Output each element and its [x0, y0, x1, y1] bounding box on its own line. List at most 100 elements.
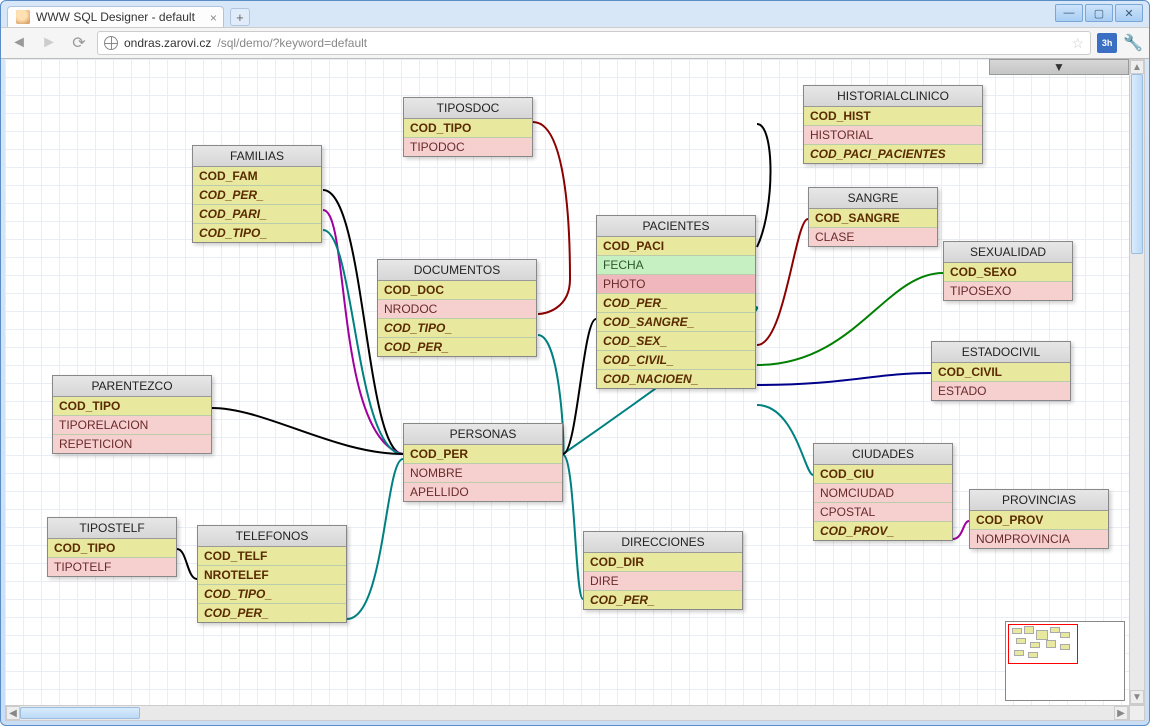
extension-badge[interactable]: 3h — [1097, 33, 1117, 53]
table-column[interactable]: COD_CIVIL_ — [597, 351, 755, 370]
table-column[interactable]: COD_SEX_ — [597, 332, 755, 351]
table-provincias[interactable]: PROVINCIASCOD_PROVNOMPROVINCIA — [969, 489, 1109, 549]
table-historial[interactable]: HISTORIALCLINICOCOD_HISTHISTORIALCOD_PAC… — [803, 85, 983, 164]
table-column[interactable]: NOMCIUDAD — [814, 484, 952, 503]
table-title[interactable]: TIPOSTELF — [48, 518, 176, 539]
table-column[interactable]: REPETICION — [53, 435, 211, 453]
maximize-button[interactable]: ▢ — [1085, 4, 1113, 22]
browser-tab[interactable]: WWW SQL Designer - default × — [7, 6, 224, 27]
table-column[interactable]: COD_PER_ — [597, 294, 755, 313]
wrench-menu-icon[interactable]: 🔧 — [1123, 33, 1143, 53]
table-column[interactable]: TIPODOC — [404, 138, 532, 156]
horizontal-scrollbar[interactable]: ◀ ▶ — [5, 705, 1129, 721]
table-column[interactable]: COD_DIR — [584, 553, 742, 572]
table-column[interactable]: ESTADO — [932, 382, 1070, 400]
table-column[interactable]: COD_PER — [404, 445, 562, 464]
table-title[interactable]: HISTORIALCLINICO — [804, 86, 982, 107]
table-column[interactable]: COD_SEXO — [944, 263, 1072, 282]
table-column[interactable]: COD_PER_ — [378, 338, 536, 356]
new-tab-button[interactable]: + — [230, 8, 250, 26]
close-button[interactable]: ✕ — [1115, 4, 1143, 22]
table-column[interactable]: COD_TIPO_ — [378, 319, 536, 338]
scroll-left-arrow[interactable]: ◀ — [6, 706, 20, 720]
designer-canvas[interactable]: ▼ TIPOSDOCCOD_TIPOTIPODOCFAMILIASCOD_FAM… — [5, 59, 1129, 705]
table-title[interactable]: SANGRE — [809, 188, 937, 209]
table-column[interactable]: COD_TIPO — [53, 397, 211, 416]
table-column[interactable]: CLASE — [809, 228, 937, 246]
table-column[interactable]: NROTELEF — [198, 566, 346, 585]
table-column[interactable]: PHOTO — [597, 275, 755, 294]
table-tipostelf[interactable]: TIPOSTELFCOD_TIPOTIPOTELF — [47, 517, 177, 577]
vertical-scrollbar[interactable]: ▲ ▼ — [1129, 59, 1145, 705]
table-column[interactable]: NOMBRE — [404, 464, 562, 483]
table-title[interactable]: CIUDADES — [814, 444, 952, 465]
forward-button[interactable]: ► — [37, 31, 61, 55]
table-sexualidad[interactable]: SEXUALIDADCOD_SEXOTIPOSEXO — [943, 241, 1073, 301]
table-pacientes[interactable]: PACIENTESCOD_PACIFECHAPHOTOCOD_PER_COD_S… — [596, 215, 756, 389]
table-title[interactable]: DOCUMENTOS — [378, 260, 536, 281]
tab-close-icon[interactable]: × — [210, 11, 217, 25]
back-button[interactable]: ◄ — [7, 31, 31, 55]
table-column[interactable]: APELLIDO — [404, 483, 562, 501]
table-column[interactable]: NOMPROVINCIA — [970, 530, 1108, 548]
table-tiposdoc[interactable]: TIPOSDOCCOD_TIPOTIPODOC — [403, 97, 533, 157]
table-column[interactable]: COD_FAM — [193, 167, 321, 186]
scroll-right-arrow[interactable]: ▶ — [1114, 706, 1128, 720]
scroll-thumb[interactable] — [20, 707, 140, 719]
table-column[interactable]: COD_HIST — [804, 107, 982, 126]
table-title[interactable]: TELEFONOS — [198, 526, 346, 547]
minimap[interactable] — [1005, 621, 1125, 701]
scroll-down-arrow[interactable]: ▼ — [1130, 690, 1144, 704]
table-column[interactable]: DIRE — [584, 572, 742, 591]
table-column[interactable]: COD_PACI_PACIENTES — [804, 145, 982, 163]
table-column[interactable]: COD_CIVIL — [932, 363, 1070, 382]
table-column[interactable]: COD_PROV_ — [814, 522, 952, 540]
table-title[interactable]: PERSONAS — [404, 424, 562, 445]
table-title[interactable]: PARENTEZCO — [53, 376, 211, 397]
table-column[interactable]: COD_TIPO — [404, 119, 532, 138]
table-column[interactable]: FECHA — [597, 256, 755, 275]
toolbar-pull-tab[interactable]: ▼ — [989, 59, 1129, 75]
table-column[interactable]: COD_TIPO — [48, 539, 176, 558]
table-title[interactable]: DIRECCIONES — [584, 532, 742, 553]
minimize-button[interactable]: — — [1055, 4, 1083, 22]
table-title[interactable]: ESTADOCIVIL — [932, 342, 1070, 363]
bookmark-star-icon[interactable]: ☆ — [1072, 35, 1085, 52]
table-column[interactable]: COD_PER_ — [584, 591, 742, 609]
table-column[interactable]: COD_SANGRE — [809, 209, 937, 228]
table-column[interactable]: COD_TIPO_ — [193, 224, 321, 242]
table-column[interactable]: COD_TELF — [198, 547, 346, 566]
table-column[interactable]: NRODOC — [378, 300, 536, 319]
table-title[interactable]: PROVINCIAS — [970, 490, 1108, 511]
table-column[interactable]: CPOSTAL — [814, 503, 952, 522]
table-ciudades[interactable]: CIUDADESCOD_CIUNOMCIUDADCPOSTALCOD_PROV_ — [813, 443, 953, 541]
table-column[interactable]: COD_SANGRE_ — [597, 313, 755, 332]
table-parentezco[interactable]: PARENTEZCOCOD_TIPOTIPORELACIONREPETICION — [52, 375, 212, 454]
table-title[interactable]: PACIENTES — [597, 216, 755, 237]
table-title[interactable]: TIPOSDOC — [404, 98, 532, 119]
table-column[interactable]: COD_CIU — [814, 465, 952, 484]
table-sangre[interactable]: SANGRECOD_SANGRECLASE — [808, 187, 938, 247]
table-familias[interactable]: FAMILIASCOD_FAMCOD_PER_COD_PARI_COD_TIPO… — [192, 145, 322, 243]
table-column[interactable]: COD_PER_ — [193, 186, 321, 205]
table-column[interactable]: COD_PARI_ — [193, 205, 321, 224]
table-title[interactable]: SEXUALIDAD — [944, 242, 1072, 263]
table-estadocivil[interactable]: ESTADOCIVILCOD_CIVILESTADO — [931, 341, 1071, 401]
table-column[interactable]: COD_PER_ — [198, 604, 346, 622]
table-column[interactable]: COD_NACIOEN_ — [597, 370, 755, 388]
address-bar[interactable]: ondras.zarovi.cz/sql/demo/?keyword=defau… — [97, 31, 1091, 55]
table-column[interactable]: COD_DOC — [378, 281, 536, 300]
table-personas[interactable]: PERSONASCOD_PERNOMBREAPELLIDO — [403, 423, 563, 502]
table-documentos[interactable]: DOCUMENTOSCOD_DOCNRODOCCOD_TIPO_COD_PER_ — [377, 259, 537, 357]
table-column[interactable]: HISTORIAL — [804, 126, 982, 145]
table-column[interactable]: TIPORELACION — [53, 416, 211, 435]
table-column[interactable]: COD_PROV — [970, 511, 1108, 530]
table-telefonos[interactable]: TELEFONOSCOD_TELFNROTELEFCOD_TIPO_COD_PE… — [197, 525, 347, 623]
reload-button[interactable]: ⟳ — [67, 31, 91, 55]
table-column[interactable]: COD_PACI — [597, 237, 755, 256]
scroll-thumb[interactable] — [1131, 74, 1143, 254]
table-direcciones[interactable]: DIRECCIONESCOD_DIRDIRECOD_PER_ — [583, 531, 743, 610]
table-column[interactable]: TIPOTELF — [48, 558, 176, 576]
scroll-up-arrow[interactable]: ▲ — [1130, 60, 1144, 74]
table-title[interactable]: FAMILIAS — [193, 146, 321, 167]
